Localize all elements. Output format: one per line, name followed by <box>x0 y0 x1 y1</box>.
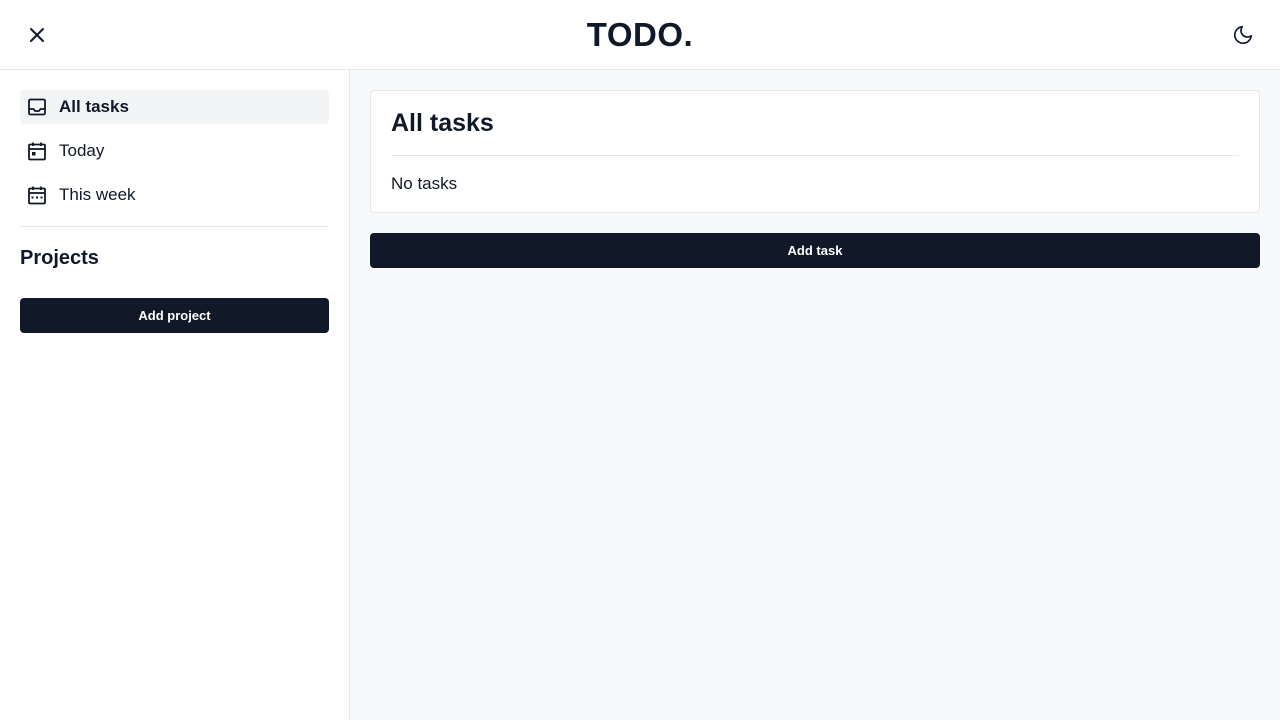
sidebar-item-label: This week <box>59 185 136 204</box>
sidebar-item-label: All tasks <box>59 97 129 116</box>
sidebar-divider <box>20 226 329 227</box>
top-bar: TODO. <box>0 0 1280 70</box>
sidebar-item-this-week[interactable]: This week <box>20 178 329 212</box>
task-list-card: All tasks No tasks <box>370 90 1260 213</box>
sidebar: All tasks Today This week Projects Add p… <box>0 70 350 720</box>
sidebar-item-label: Today <box>59 141 105 160</box>
app-logo: TODO. <box>586 16 694 53</box>
moon-icon <box>1233 25 1253 45</box>
sidebar-item-all-tasks[interactable]: All tasks <box>20 90 329 124</box>
projects-heading: Projects <box>20 247 99 269</box>
sidebar-item-today[interactable]: Today <box>20 134 329 168</box>
empty-state-text: No tasks <box>391 174 458 193</box>
inbox-icon <box>26 96 48 118</box>
calendar-day-icon <box>26 140 48 162</box>
add-task-button[interactable]: Add task <box>370 233 1260 268</box>
card-divider <box>391 155 1239 156</box>
main-content: All tasks No tasks Add task <box>350 70 1280 720</box>
add-project-button[interactable]: Add project <box>20 298 329 333</box>
calendar-week-icon <box>26 184 48 206</box>
theme-toggle-button[interactable] <box>1225 17 1261 53</box>
page-title: All tasks <box>391 109 494 137</box>
